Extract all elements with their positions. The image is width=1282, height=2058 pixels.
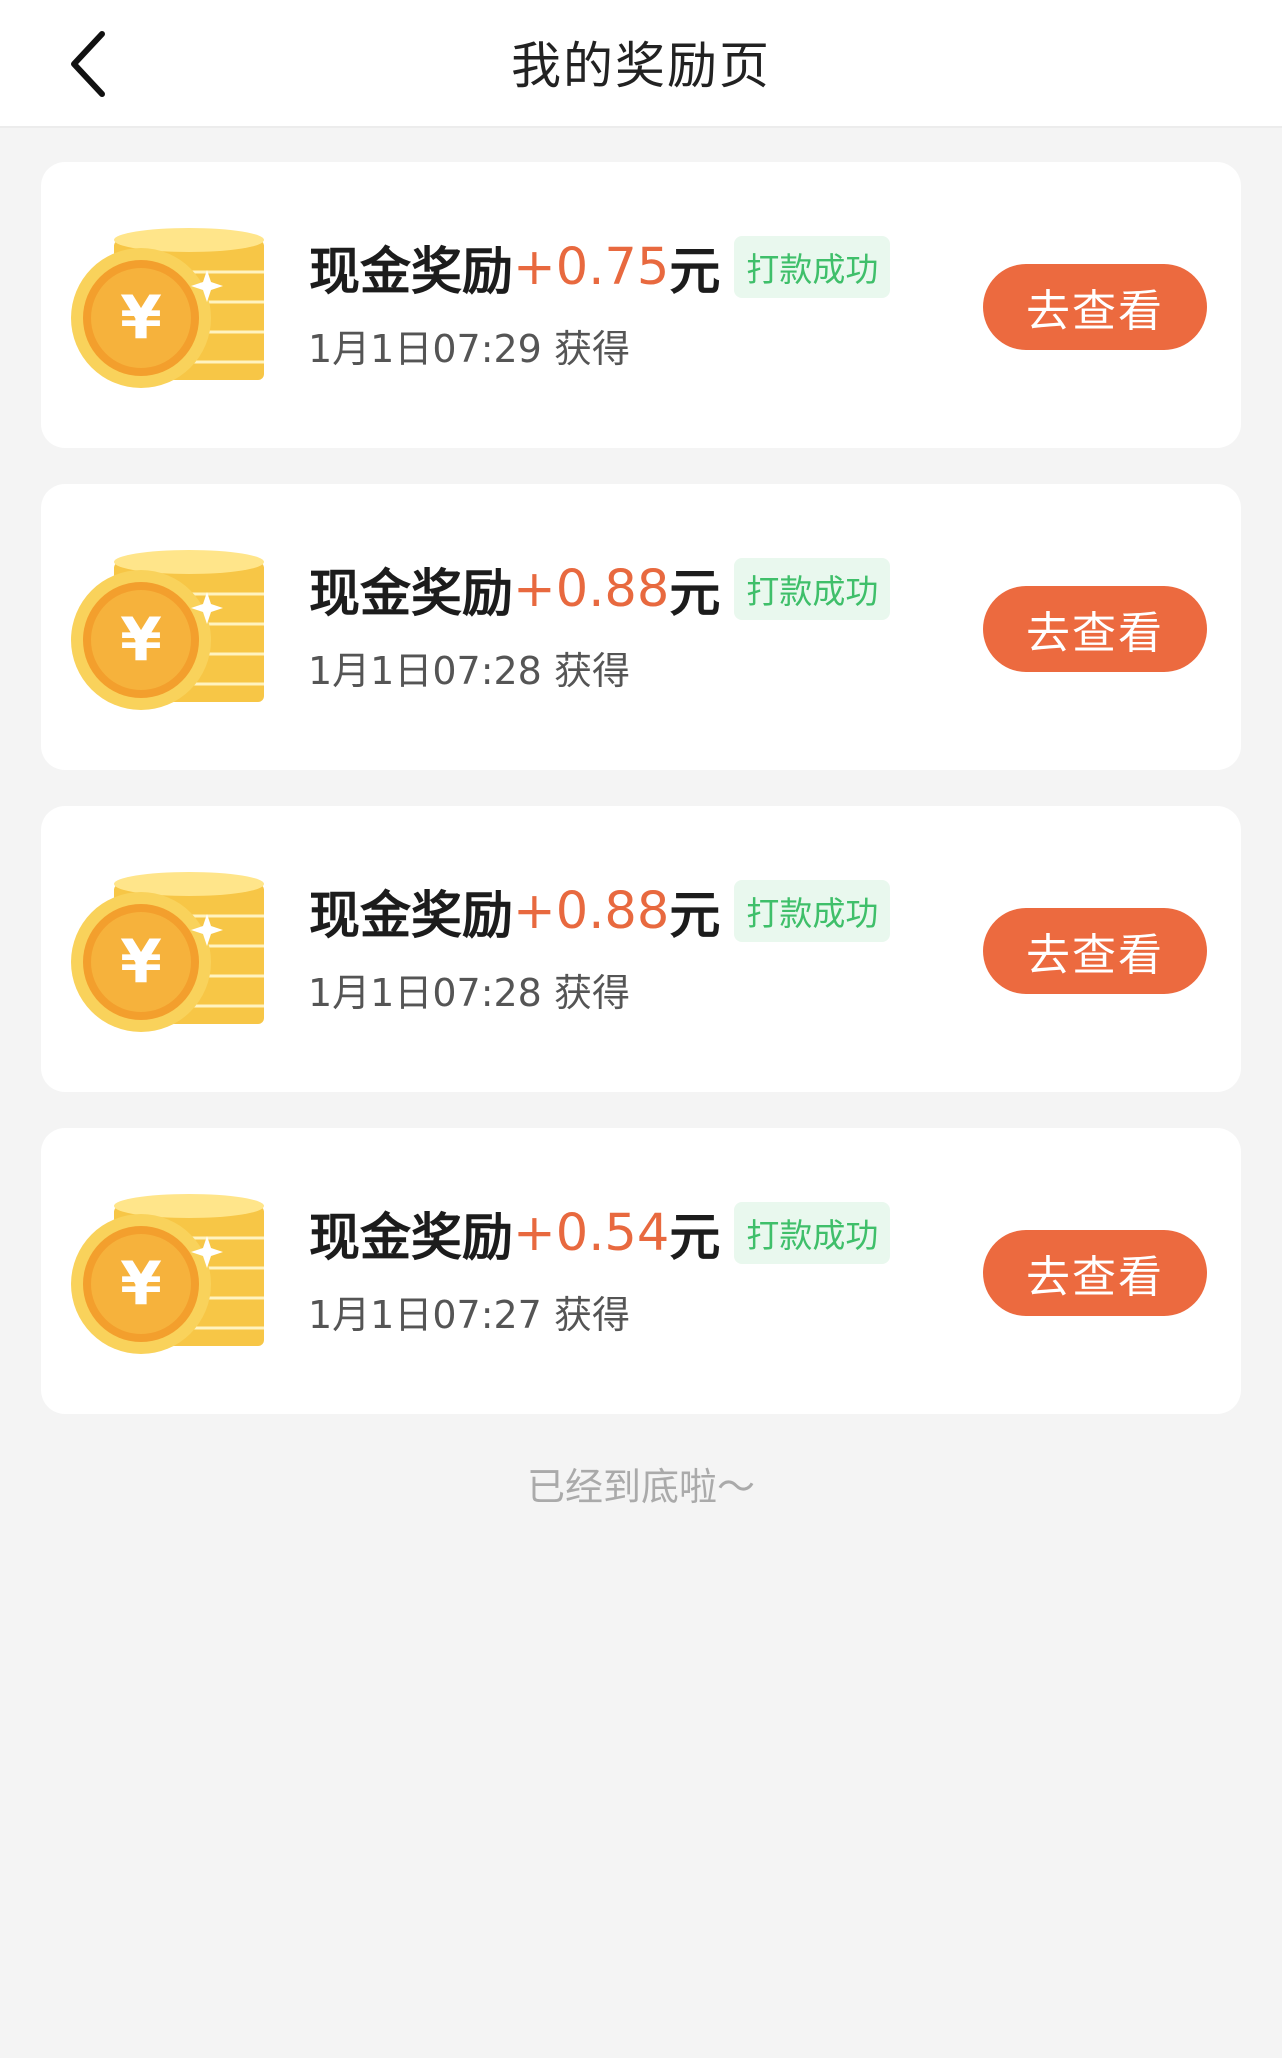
coin-stack-icon: ¥ [71,872,264,1032]
reward-card: ¥ 现金奖励 +0.75 元 打款成功 1月1日07:29 获得 去查看 [41,162,1241,448]
reward-label: 现金奖励 [309,887,514,946]
reward-title: 现金奖励 +0.88 元 打款成功 [309,554,891,624]
page-title: 我的奖励页 [511,37,771,95]
coin-stack-icon: ¥ [71,1194,264,1354]
reward-label: 现金奖励 [309,1209,514,1268]
svg-text:¥: ¥ [120,1249,162,1319]
view-button[interactable]: 去查看 [983,1230,1207,1316]
status-badge: 打款成功 [734,236,891,298]
view-button[interactable]: 去查看 [983,586,1207,672]
view-button[interactable]: 去查看 [983,264,1207,350]
reward-time: 1月1日07:27 获得 [308,1293,630,1337]
reward-amount: +0.54 [513,1203,670,1263]
svg-text:¥: ¥ [120,927,162,997]
reward-unit: 元 [669,887,721,946]
reward-unit: 元 [669,243,721,302]
reward-list: ¥ 现金奖励 +0.75 元 打款成功 1月1日07:29 获得 去查看 ¥ 现… [41,162,1241,1450]
reward-title: 现金奖励 +0.75 元 打款成功 [309,232,891,302]
reward-unit: 元 [669,1209,721,1268]
reward-title: 现金奖励 +0.54 元 打款成功 [309,1198,891,1268]
reward-time: 1月1日07:28 获得 [308,649,630,693]
coin-stack-icon: ¥ [71,550,264,710]
reward-time: 1月1日07:28 获得 [308,971,630,1015]
reward-amount: +0.88 [513,559,670,619]
status-badge: 打款成功 [734,1202,891,1264]
nav-bar: 我的奖励页 [0,0,1282,128]
reward-card: ¥ 现金奖励 +0.88 元 打款成功 1月1日07:28 获得 去查看 [41,484,1241,770]
reward-unit: 元 [669,565,721,624]
reward-card: ¥ 现金奖励 +0.88 元 打款成功 1月1日07:28 获得 去查看 [41,806,1241,1092]
list-end-text: 已经到底啦～ [526,1465,755,1509]
status-badge: 打款成功 [734,558,891,620]
reward-amount: +0.88 [513,881,670,941]
svg-text:¥: ¥ [120,283,162,353]
reward-label: 现金奖励 [309,243,514,302]
reward-title: 现金奖励 +0.88 元 打款成功 [309,876,891,946]
reward-time: 1月1日07:29 获得 [308,327,630,371]
status-badge: 打款成功 [734,880,891,942]
svg-text:¥: ¥ [120,605,162,675]
reward-card: ¥ 现金奖励 +0.54 元 打款成功 1月1日07:27 获得 去查看 [41,1128,1241,1414]
coin-stack-icon: ¥ [71,228,264,388]
view-button[interactable]: 去查看 [983,908,1207,994]
reward-label: 现金奖励 [309,565,514,624]
reward-amount: +0.75 [513,237,670,297]
